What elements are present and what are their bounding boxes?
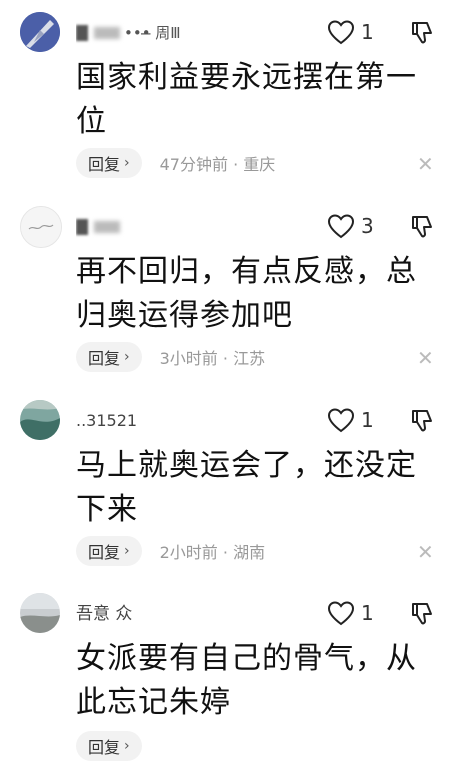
comment-meta: 回复 › 2小时前 · 湖南 [76,536,265,566]
close-icon[interactable]: ✕ [417,348,435,368]
like-count: 1 [361,408,374,432]
comment-text: 国家利益要永远摆在第一位 [76,60,417,139]
heart-outline-icon [327,601,355,626]
dislike-button[interactable] [409,18,437,46]
chevron-right-icon: › [124,349,130,365]
comment-meta: 回复 › 47分钟前 · 重庆 [76,148,275,178]
thumbs-down-outline-icon [412,216,432,238]
heart-outline-icon [327,214,355,239]
like-button[interactable]: 3 [327,212,374,240]
time-location: 2小时前 · 湖南 [159,543,266,562]
comment-meta: 回复 › 3小时前 · 江苏 [76,342,265,372]
dislike-button[interactable] [409,406,437,434]
close-icon[interactable]: ✕ [417,542,435,562]
reply-button[interactable]: 回复 › [76,536,142,566]
like-count: 3 [361,214,374,238]
like-count: 1 [361,601,374,625]
close-icon[interactable]: ✕ [417,154,435,174]
thumbs-down-outline-icon [412,603,432,625]
comment-meta: 回复 › [76,731,142,761]
chevron-right-icon: › [124,543,130,559]
like-button[interactable]: 1 [327,406,374,434]
avatar[interactable] [20,12,60,52]
like-button[interactable]: 1 [327,18,374,46]
like-button[interactable]: 1 [327,599,374,627]
username[interactable]: •••̶ 周Ⅲ [76,22,186,44]
avatar[interactable] [20,400,60,440]
username[interactable]: ..31521 [76,410,186,432]
chevron-right-icon: › [124,155,130,171]
comment-text: 再不回归，有点反感，总归奥运得参加吧 [76,254,417,333]
reply-button[interactable]: 回复 › [76,731,142,761]
thumbs-down-outline-icon [412,22,432,44]
like-count: 1 [361,20,374,44]
avatar[interactable] [20,593,60,633]
comment-text: 女派要有自己的骨气，从此忘记朱婷 [76,641,417,720]
reply-button[interactable]: 回复 › [76,342,142,372]
chevron-right-icon: › [124,738,130,754]
time-location: 3小时前 · 江苏 [159,349,266,368]
avatar[interactable] [20,206,62,248]
dislike-button[interactable] [409,212,437,240]
thumbs-down-outline-icon [412,410,432,432]
comment-text: 马上就奥运会了，还没定下来 [76,448,417,527]
heart-outline-icon [327,408,355,433]
reply-button[interactable]: 回复 › [76,148,142,178]
dislike-button[interactable] [409,599,437,627]
heart-outline-icon [327,20,355,45]
username[interactable]: 吾意 众 [76,603,186,625]
username[interactable] [76,216,186,238]
time-location: 47分钟前 · 重庆 [159,155,276,174]
